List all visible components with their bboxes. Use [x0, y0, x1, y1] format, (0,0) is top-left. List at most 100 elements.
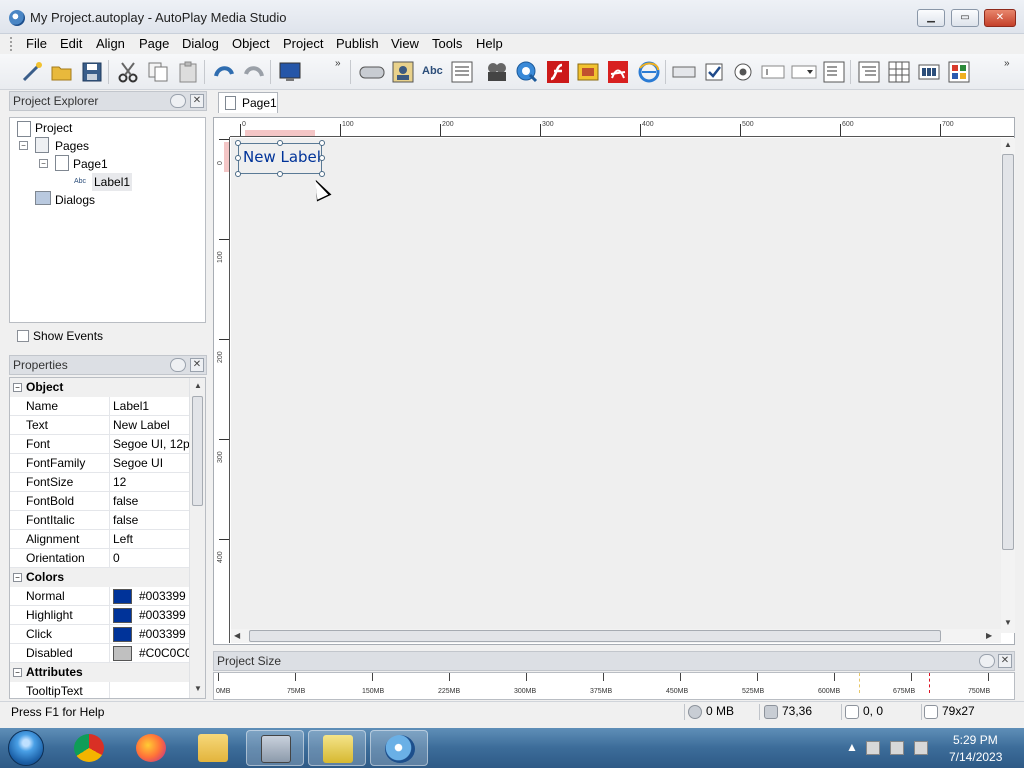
menu-publish[interactable]: Publish — [336, 36, 379, 51]
label-object-icon[interactable]: Abc — [420, 60, 446, 84]
tree-item-pages[interactable]: Pages — [55, 137, 89, 155]
progress-object-icon[interactable] — [917, 60, 941, 84]
prop-value[interactable]: false — [113, 513, 138, 527]
prop-value[interactable]: Segoe UI — [113, 456, 163, 470]
web-object-icon[interactable] — [637, 60, 661, 84]
grid-object-icon[interactable] — [887, 60, 911, 84]
vertical-scrollbar[interactable]: ▲ ▼ — [1001, 138, 1015, 633]
prop-value[interactable]: #C0C0C0 — [139, 646, 192, 660]
tree-item-dialogs[interactable]: Dialogs — [55, 191, 95, 209]
image-object-icon[interactable] — [391, 60, 415, 84]
start-button[interactable] — [8, 730, 44, 766]
prop-row[interactable]: Orientation 0 — [10, 549, 190, 568]
scroll-right-icon[interactable]: ▶ — [986, 631, 992, 640]
properties-scrollbar[interactable]: ▲ ▼ — [189, 378, 205, 698]
menu-edit[interactable]: Edit — [60, 36, 82, 51]
resize-handle[interactable] — [235, 171, 241, 177]
quicktime-object-icon[interactable] — [515, 60, 539, 84]
color-swatch[interactable] — [113, 589, 132, 604]
close-panel-icon[interactable]: ✕ — [190, 358, 204, 372]
button-object-icon[interactable] — [359, 60, 385, 84]
scroll-up-icon[interactable]: ▲ — [194, 381, 202, 390]
paragraph-object-icon[interactable] — [450, 60, 474, 84]
undo-icon[interactable] — [212, 60, 236, 84]
tab-page1[interactable]: Page1 — [218, 92, 278, 113]
toolbar-overflow-1[interactable]: » — [335, 58, 341, 69]
open-folder-icon[interactable] — [50, 60, 74, 84]
category-colors[interactable]: − Colors — [10, 568, 190, 587]
wand-icon[interactable] — [20, 60, 44, 84]
show-events-checkbox[interactable] — [17, 330, 29, 342]
close-panel-icon[interactable]: ✕ — [998, 654, 1012, 668]
taskbar-autoplay[interactable] — [370, 730, 428, 766]
category-attributes[interactable]: − Attributes — [10, 663, 190, 682]
menu-help[interactable]: Help — [476, 36, 503, 51]
color-swatch[interactable] — [113, 608, 132, 623]
redo-icon[interactable] — [242, 60, 266, 84]
label-object[interactable]: New Label — [238, 143, 322, 174]
resize-handle[interactable] — [277, 171, 283, 177]
action-center-icon[interactable] — [866, 741, 880, 755]
prop-value[interactable]: #003399 — [139, 627, 186, 641]
plugin-object-icon[interactable] — [947, 60, 971, 84]
menu-project[interactable]: Project — [283, 36, 323, 51]
tree-object-icon[interactable] — [857, 60, 881, 84]
checkbox-object-icon[interactable] — [702, 60, 726, 84]
flash-object-icon[interactable] — [546, 60, 570, 84]
show-hidden-icons[interactable]: ▲ — [846, 740, 858, 754]
prop-row[interactable]: Disabled #C0C0C0 — [10, 644, 192, 663]
menu-file[interactable]: File — [26, 36, 47, 51]
minimize-button[interactable]: ▁ — [917, 9, 945, 27]
tree-item-project[interactable]: Project — [35, 119, 72, 137]
color-swatch[interactable] — [113, 646, 132, 661]
prop-value[interactable]: false — [113, 494, 138, 508]
clock-date[interactable]: 7/14/2023 — [949, 750, 1002, 764]
prop-row[interactable]: FontBold false — [10, 492, 190, 511]
collapse-icon[interactable]: − — [13, 668, 22, 677]
prop-value[interactable]: Label1 — [113, 399, 149, 413]
scrollbar-thumb[interactable] — [249, 630, 941, 642]
category-object[interactable]: − Object — [10, 378, 190, 397]
prop-row[interactable]: Name Label1 — [10, 397, 190, 416]
close-panel-icon[interactable]: ✕ — [190, 94, 204, 108]
scroll-down-icon[interactable]: ▼ — [194, 684, 202, 693]
save-icon[interactable] — [80, 60, 104, 84]
color-swatch[interactable] — [113, 627, 132, 642]
slideshow-object-icon[interactable] — [576, 60, 600, 84]
prop-row[interactable]: FontItalic false — [10, 511, 190, 530]
listbox-object-icon[interactable] — [822, 60, 846, 84]
combobox-object-icon[interactable] — [791, 60, 817, 84]
prop-row[interactable]: FontSize 12 — [10, 473, 190, 492]
copy-icon[interactable] — [146, 60, 170, 84]
prop-row[interactable]: Alignment Left — [10, 530, 190, 549]
prop-value[interactable]: 0 — [113, 551, 120, 565]
horizontal-scrollbar[interactable]: ◀ ▶ — [231, 629, 1001, 643]
prop-value[interactable]: 12 — [113, 475, 126, 489]
menu-object[interactable]: Object — [232, 36, 270, 51]
paste-icon[interactable] — [176, 60, 200, 84]
close-button[interactable]: ✕ — [984, 9, 1016, 27]
resize-handle[interactable] — [319, 140, 325, 146]
taskbar-chrome[interactable] — [60, 730, 118, 766]
network-icon[interactable] — [890, 741, 904, 755]
tree-item-page1[interactable]: Page1 — [73, 155, 108, 173]
resize-handle[interactable] — [235, 155, 241, 161]
collapse-icon[interactable]: − — [13, 383, 22, 392]
radio-object-icon[interactable] — [731, 60, 755, 84]
taskbar-firefox[interactable] — [122, 730, 180, 766]
pdf-object-icon[interactable] — [606, 60, 630, 84]
taskbar-explorer[interactable] — [184, 730, 242, 766]
menu-page[interactable]: Page — [139, 36, 169, 51]
resize-handle[interactable] — [319, 155, 325, 161]
scroll-up-icon[interactable]: ▲ — [1004, 140, 1012, 149]
volume-icon[interactable] — [914, 741, 928, 755]
menu-view[interactable]: View — [391, 36, 419, 51]
collapse-icon[interactable]: − — [13, 573, 22, 582]
prop-value[interactable]: Segoe UI, 12pt — [113, 437, 193, 451]
clock-time[interactable]: 5:29 PM — [953, 733, 998, 747]
prop-row[interactable]: Text New Label — [10, 416, 190, 435]
prop-value[interactable]: Left — [113, 532, 133, 546]
taskbar-app-1[interactable] — [246, 730, 304, 766]
tree-item-label1[interactable]: Label1 — [92, 173, 133, 191]
pin-icon[interactable] — [170, 94, 186, 108]
